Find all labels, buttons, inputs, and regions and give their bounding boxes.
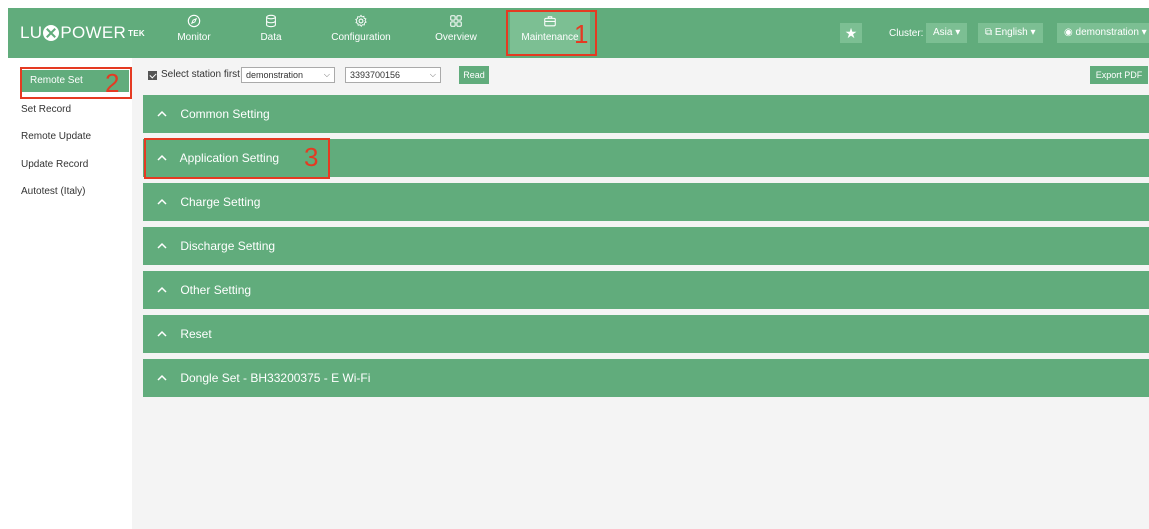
nav-monitor-label: Monitor xyxy=(177,32,211,43)
section-title: Discharge Setting xyxy=(180,239,276,253)
nav-data[interactable]: Data xyxy=(250,12,292,54)
chevron-down-icon: ⌵ xyxy=(429,70,436,79)
section-title: Dongle Set - BH33200375 - E Wi-Fi xyxy=(180,371,371,385)
cluster-value: Asia xyxy=(933,27,953,38)
annotation-number-3: 3 xyxy=(304,142,319,172)
user-name: demonstration xyxy=(1075,27,1139,38)
section-discharge-setting[interactable]: Discharge Setting xyxy=(143,227,1149,265)
logo-text-part2: POWER xyxy=(60,23,127,42)
station-select-value: demonstration xyxy=(246,70,304,80)
section-title: Application Setting xyxy=(179,151,280,165)
sidebar-item-remote-update[interactable]: Remote Update xyxy=(21,126,91,148)
chevron-up-icon xyxy=(157,197,167,207)
grid-icon xyxy=(426,12,486,32)
chevron-up-icon xyxy=(157,373,167,383)
read-button[interactable]: Read xyxy=(459,66,489,84)
sidebar-item-set-record[interactable]: Set Record xyxy=(21,99,71,121)
star-icon: ★ xyxy=(844,25,858,41)
nav-configuration-label: Configuration xyxy=(331,32,391,43)
select-station-checkbox[interactable] xyxy=(148,71,157,80)
app-window: LU POWER TEK Monitor Data Configuration xyxy=(8,8,1149,529)
sidebar: Remote Set Set Record Remote Update Upda… xyxy=(8,58,132,529)
chevron-up-icon xyxy=(157,285,167,295)
logo-x-icon xyxy=(43,25,60,41)
section-reset[interactable]: Reset xyxy=(143,315,1149,353)
section-charge-setting[interactable]: Charge Setting xyxy=(143,183,1149,221)
cluster-dropdown[interactable]: Asia ▾ xyxy=(926,23,968,43)
caret-down-icon: ▾ xyxy=(1141,27,1147,38)
chevron-up-icon xyxy=(157,329,167,339)
section-title: Reset xyxy=(180,327,212,341)
section-dongle-set[interactable]: Dongle Set - BH33200375 - E Wi-Fi xyxy=(143,359,1149,397)
nav-overview-label: Overview xyxy=(435,32,477,43)
caret-down-icon: ▾ xyxy=(955,27,961,38)
database-icon xyxy=(250,12,292,32)
translate-icon: ⧉ xyxy=(985,27,995,38)
section-title: Other Setting xyxy=(180,283,252,297)
nav-configuration[interactable]: Configuration xyxy=(323,12,399,54)
language-dropdown[interactable]: ⧉ English ▾ xyxy=(978,23,1043,43)
serial-select[interactable]: 3393700156 ⌵ xyxy=(345,67,441,83)
chevron-up-icon xyxy=(157,153,167,163)
user-icon: ◉ xyxy=(1064,27,1076,38)
chevron-up-icon xyxy=(157,109,167,119)
nav-data-label: Data xyxy=(260,32,282,43)
nav-overview[interactable]: Overview xyxy=(426,12,486,54)
cluster-label: Cluster: xyxy=(889,28,924,39)
serial-select-value: 3393700156 xyxy=(350,70,401,80)
select-station-label: Select station first xyxy=(161,69,240,80)
sidebar-item-autotest-italy[interactable]: Autotest (Italy) xyxy=(21,181,85,203)
logo-trademark: TEK xyxy=(128,28,145,38)
section-title: Common Setting xyxy=(180,107,270,121)
section-other-setting[interactable]: Other Setting xyxy=(143,271,1149,309)
chevron-down-icon: ⌵ xyxy=(323,70,330,79)
chevron-up-icon xyxy=(157,241,167,251)
gear-icon xyxy=(323,12,399,32)
sidebar-item-update-record[interactable]: Update Record xyxy=(21,154,88,176)
language-value: English xyxy=(994,27,1028,38)
section-common-setting[interactable]: Common Setting xyxy=(143,95,1149,133)
station-toolbar: Select station first demonstration ⌵ 339… xyxy=(143,65,1149,89)
station-select[interactable]: demonstration ⌵ xyxy=(241,67,335,83)
compass-icon xyxy=(166,12,222,32)
nav-maintenance-label: Maintenance xyxy=(521,32,579,43)
section-application-setting[interactable]: Application Setting xyxy=(143,139,1149,177)
annotation-number-2: 2 xyxy=(105,68,120,98)
user-dropdown[interactable]: ◉ demonstration ▾ xyxy=(1057,23,1149,43)
caret-down-icon: ▾ xyxy=(1030,27,1036,38)
logo-text-part1: LU xyxy=(20,23,43,42)
annotation-number-1: 1 xyxy=(574,19,589,49)
section-title: Charge Setting xyxy=(180,195,261,209)
nav-monitor[interactable]: Monitor xyxy=(166,12,222,54)
export-pdf-button[interactable]: Export PDF xyxy=(1090,66,1148,84)
favorite-star-button[interactable]: ★ xyxy=(840,23,862,43)
luxpower-logo[interactable]: LU POWER TEK xyxy=(20,23,145,43)
